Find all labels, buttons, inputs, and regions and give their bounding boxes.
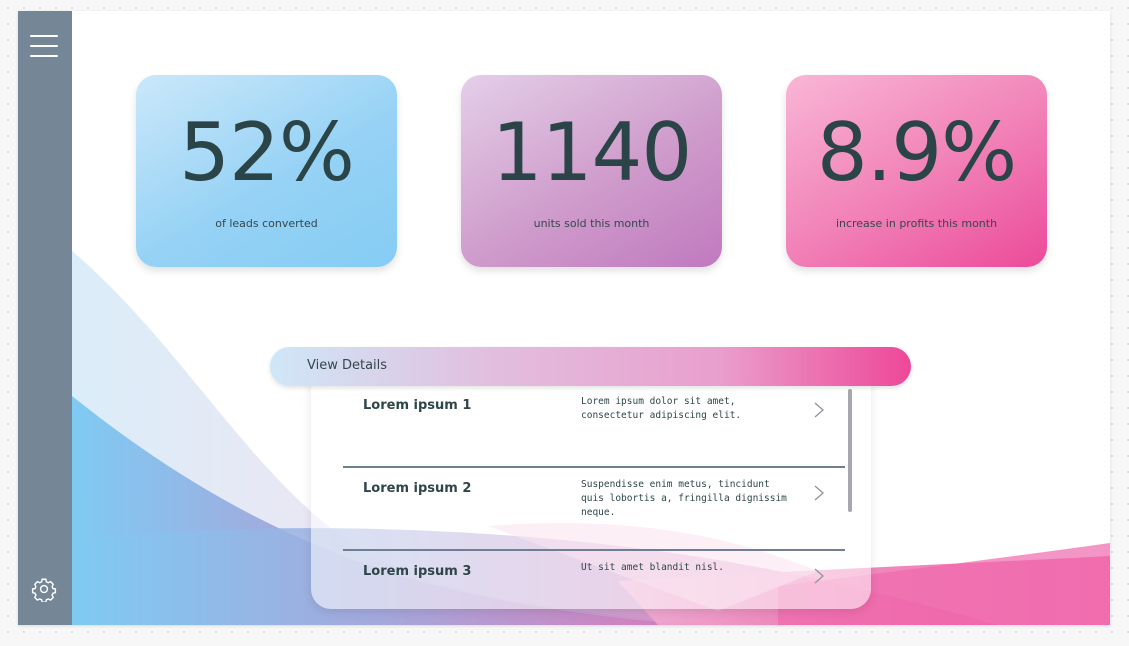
chevron-right-icon[interactable] bbox=[813, 484, 825, 502]
hamburger-menu-icon[interactable] bbox=[30, 33, 60, 59]
details-list-panel: Lorem ipsum 1 Lorem ipsum dolor sit amet… bbox=[311, 367, 871, 609]
list-item[interactable]: Lorem ipsum 2 Suspendisse enim metus, ti… bbox=[343, 472, 845, 555]
kpi-card-profits: 8.9% increase in profits this month bbox=[786, 75, 1047, 267]
row-divider bbox=[343, 466, 845, 468]
kpi-card-units: 1140 units sold this month bbox=[461, 75, 722, 267]
row-divider bbox=[343, 549, 845, 551]
list-scrollbar[interactable] bbox=[848, 389, 852, 512]
chevron-right-icon[interactable] bbox=[813, 567, 825, 585]
kpi-value: 8.9% bbox=[816, 106, 1017, 199]
kpi-label: of leads converted bbox=[215, 217, 318, 230]
gear-icon[interactable] bbox=[31, 576, 57, 603]
list-item-title: Lorem ipsum 2 bbox=[363, 481, 472, 496]
view-details-button[interactable]: View Details bbox=[270, 347, 911, 386]
list-item-description: Ut sit amet blandit nisl. bbox=[581, 562, 724, 573]
dashboard-frame: 52% of leads converted 1140 units sold t… bbox=[18, 11, 1110, 625]
list-item-description: Suspendisse enim metus, tincidunt quis l… bbox=[581, 479, 787, 518]
list-item[interactable]: Lorem ipsum 3 Ut sit amet blandit nisl. bbox=[343, 555, 845, 609]
list-item[interactable]: Lorem ipsum 1 Lorem ipsum dolor sit amet… bbox=[343, 389, 845, 472]
list-item-title: Lorem ipsum 1 bbox=[363, 398, 472, 413]
sidebar bbox=[18, 11, 72, 625]
kpi-card-leads: 52% of leads converted bbox=[136, 75, 397, 267]
kpi-label: units sold this month bbox=[533, 217, 650, 230]
kpi-value: 1140 bbox=[491, 106, 693, 199]
chevron-right-icon[interactable] bbox=[813, 401, 825, 419]
list-item-title: Lorem ipsum 3 bbox=[363, 564, 472, 579]
kpi-value: 52% bbox=[179, 106, 355, 199]
list-item-description: Lorem ipsum dolor sit amet, consectetur … bbox=[581, 396, 742, 421]
view-details-label: View Details bbox=[307, 358, 388, 373]
kpi-label: increase in profits this month bbox=[835, 217, 998, 230]
